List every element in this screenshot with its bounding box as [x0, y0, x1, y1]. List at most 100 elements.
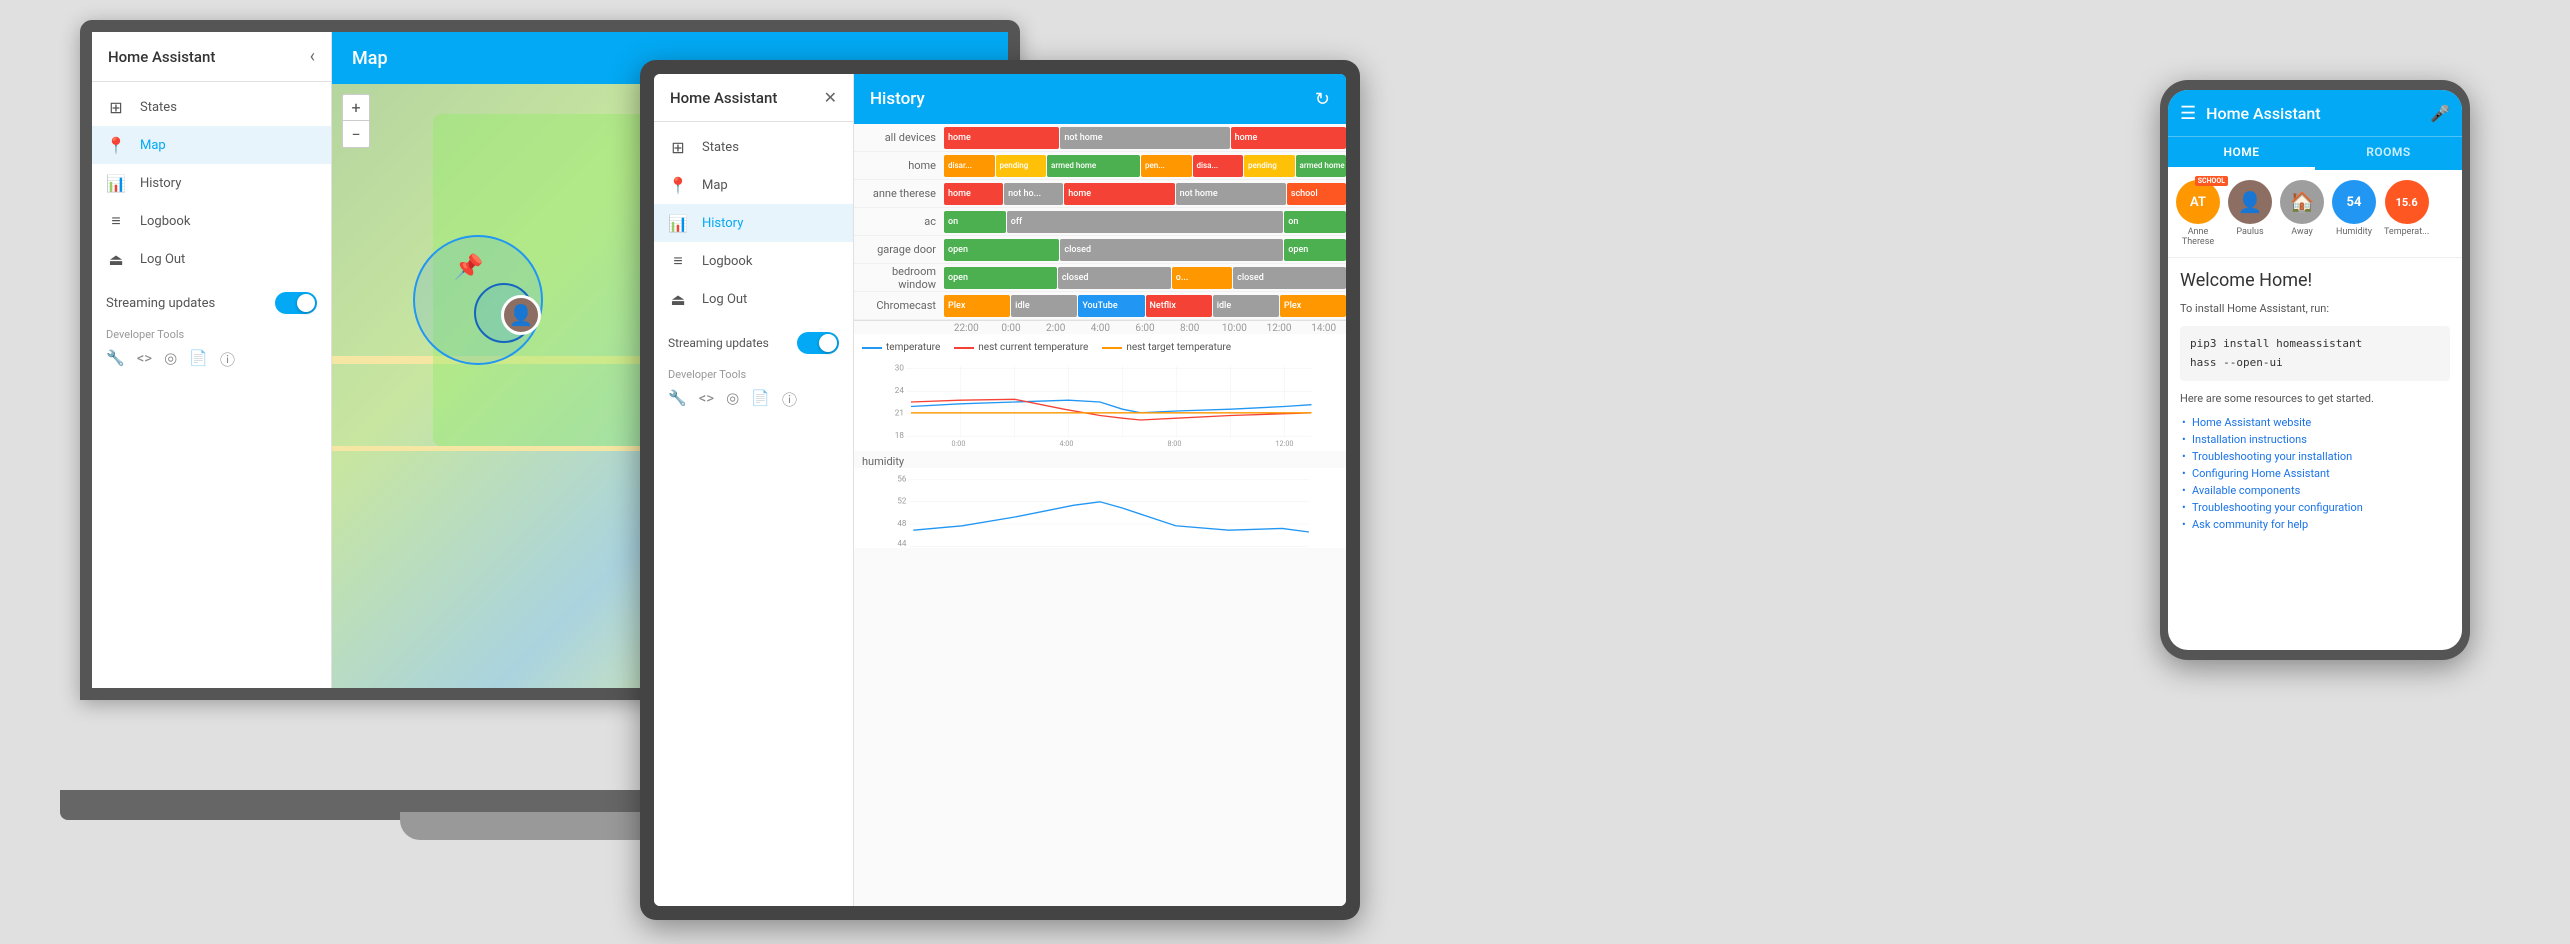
tablet-nav-history[interactable]: 📊 History	[654, 204, 853, 242]
phone-avatars-row: AT SCHOOL AnneTherese 👤 Paulus 🏠 Away 54…	[2168, 170, 2462, 258]
history-label-bedroom: bedroom window	[854, 265, 944, 291]
tablet-info-icon[interactable]: ⓘ	[782, 389, 797, 410]
tablet-sidebar: Home Assistant ✕ ⊞ States 📍 Map 📊 Histor…	[654, 74, 854, 906]
svg-text:8:00: 8:00	[1168, 439, 1182, 447]
laptop-nav-history[interactable]: 📊 History	[92, 164, 331, 202]
link-install-instructions[interactable]: Installation instructions	[2180, 433, 2450, 446]
svg-text:0:00: 0:00	[952, 439, 966, 447]
hbar-disk: disa...	[1193, 155, 1244, 177]
laptop-nav-history-label: History	[140, 176, 181, 191]
tablet-list-icon: ≡	[668, 251, 688, 271]
avatar-item-temp[interactable]: 15.6 Temperat...	[2384, 180, 2429, 247]
tablet-code-icon[interactable]: <>	[699, 389, 714, 410]
phone-mic-icon[interactable]: 🎤	[2430, 104, 2450, 123]
tablet-screen: Home Assistant ✕ ⊞ States 📍 Map 📊 Histor…	[654, 74, 1346, 906]
link-configure-ha[interactable]: Configuring Home Assistant	[2180, 467, 2450, 480]
tablet-history-icon: 📊	[668, 213, 688, 233]
history-label-all-devices: all devices	[854, 131, 944, 144]
hbar-anne-home1: home	[944, 183, 1003, 205]
tablet-nav-logout[interactable]: ⏏ Log Out	[654, 280, 853, 318]
tablet-nav-logbook-label: Logbook	[702, 254, 752, 269]
history-bars-ac: on off on	[944, 211, 1346, 233]
laptop-streaming-toggle[interactable]	[275, 292, 317, 314]
humidity-av-label: Humidity	[2336, 227, 2372, 237]
hbar-bed-o: o...	[1172, 267, 1232, 289]
hbar-anne-home2: home	[1064, 183, 1174, 205]
laptop-streaming-label: Streaming updates	[106, 296, 215, 311]
link-troubleshoot-config[interactable]: Troubleshooting your configuration	[2180, 501, 2450, 514]
anne-label: AnneTherese	[2182, 227, 2214, 247]
laptop-streaming-row: Streaming updates	[92, 284, 331, 322]
nest-current-color	[954, 347, 974, 349]
grid-icon: ⊞	[106, 97, 126, 117]
phone-tab-home[interactable]: HOME	[2168, 137, 2315, 170]
hbar-armed-2: armed home	[1296, 155, 1347, 177]
time-0200: 2:00	[1033, 323, 1078, 334]
api-icon[interactable]: ◎	[164, 349, 177, 370]
tablet-sidebar-close-icon[interactable]: ✕	[824, 88, 837, 107]
tablet-topbar-title: History	[870, 89, 925, 109]
link-troubleshoot-install[interactable]: Troubleshooting your installation	[2180, 450, 2450, 463]
phone-app-title: Home Assistant	[2206, 104, 2420, 123]
hbar-plex1: Plex	[944, 295, 1010, 317]
code-block: pip3 install homeassistant hass --open-u…	[2180, 326, 2450, 382]
hbar-anne-nothome2: not home	[1176, 183, 1286, 205]
laptop-nav: ⊞ States 📍 Map 📊 History ≡ Logbook	[92, 82, 331, 284]
hbar-idle1: idle	[1011, 295, 1077, 317]
hbar-ac-on2: on	[1284, 211, 1346, 233]
away-label: Away	[2291, 227, 2313, 237]
link-components[interactable]: Available components	[2180, 484, 2450, 497]
avatar-item-anne[interactable]: AT SCHOOL AnneTherese	[2176, 180, 2220, 247]
legend-nest-target: nest target temperature	[1102, 342, 1231, 353]
tablet-template-icon[interactable]: 🔧	[668, 389, 687, 410]
time-0000: 0:00	[989, 323, 1034, 334]
laptop-sidebar-header: Home Assistant ‹	[92, 32, 331, 82]
tablet-map-icon: 📍	[668, 175, 688, 195]
svg-text:52: 52	[897, 497, 906, 506]
tablet-nav-logbook[interactable]: ≡ Logbook	[654, 242, 853, 280]
code-icon[interactable]: <>	[137, 349, 152, 370]
tablet-fileconfig-icon[interactable]: 📄	[751, 389, 770, 410]
laptop-nav-map[interactable]: 📍 Map	[92, 126, 331, 164]
history-row-anne: anne therese home not ho... home not hom…	[854, 180, 1346, 208]
link-ha-website[interactable]: Home Assistant website	[2180, 416, 2450, 429]
laptop-sidebar-collapse-icon[interactable]: ‹	[310, 46, 315, 67]
template-icon[interactable]: 🔧	[106, 349, 125, 370]
info-icon[interactable]: ⓘ	[220, 349, 235, 370]
hbar-garage-closed: closed	[1060, 239, 1283, 261]
fileconfig-icon[interactable]: 📄	[189, 349, 208, 370]
map-zoom-controls: + −	[342, 94, 370, 148]
tablet-time-axis: 22:00 0:00 2:00 4:00 6:00 8:00 10:00 12:…	[854, 320, 1346, 334]
laptop-nav-states[interactable]: ⊞ States	[92, 88, 331, 126]
avatar-item-paulus[interactable]: 👤 Paulus	[2228, 180, 2272, 247]
avatar-item-humidity[interactable]: 54 Humidity	[2332, 180, 2376, 247]
tablet-history-content: all devices home not home home home disa…	[854, 124, 1346, 906]
tablet-nav-states[interactable]: ⊞ States	[654, 128, 853, 166]
map-zoom-out[interactable]: −	[343, 121, 369, 147]
laptop-dev-tools-icons: 🔧 <> ◎ 📄 ⓘ	[92, 343, 331, 376]
laptop-nav-logbook[interactable]: ≡ Logbook	[92, 202, 331, 240]
phone-menu-icon[interactable]: ☰	[2180, 103, 2196, 124]
link-community[interactable]: Ask community for help	[2180, 518, 2450, 531]
svg-text:4:00: 4:00	[1060, 439, 1074, 447]
hbar-nothome: not home	[1060, 127, 1229, 149]
phone-nav-tabs: HOME ROOMS	[2168, 136, 2462, 170]
tablet-api-icon[interactable]: ◎	[726, 389, 739, 410]
time-2200: 22:00	[944, 323, 989, 334]
laptop-nav-logout[interactable]: ⏏ Log Out	[92, 240, 331, 278]
tablet-refresh-icon[interactable]: ↻	[1315, 89, 1330, 110]
tablet-grid-icon: ⊞	[668, 137, 688, 157]
avatar-temp: 15.6	[2385, 180, 2429, 224]
tablet-temp-chart: temperature nest current temperature nes…	[854, 334, 1346, 451]
nest-current-line	[911, 399, 1312, 420]
tablet-streaming-toggle[interactable]	[797, 332, 839, 354]
tablet-nav-map-label: Map	[702, 178, 728, 193]
avatar-item-away[interactable]: 🏠 Away	[2280, 180, 2324, 247]
phone-tab-rooms[interactable]: ROOMS	[2315, 137, 2462, 170]
tablet-sidebar-header: Home Assistant ✕	[654, 74, 853, 122]
map-zoom-in[interactable]: +	[343, 95, 369, 121]
tablet-chart-legend: temperature nest current temperature nes…	[862, 342, 1338, 353]
list-icon: ≡	[106, 211, 126, 231]
tablet-nav-map[interactable]: 📍 Map	[654, 166, 853, 204]
laptop-topbar-title: Map	[352, 48, 388, 69]
